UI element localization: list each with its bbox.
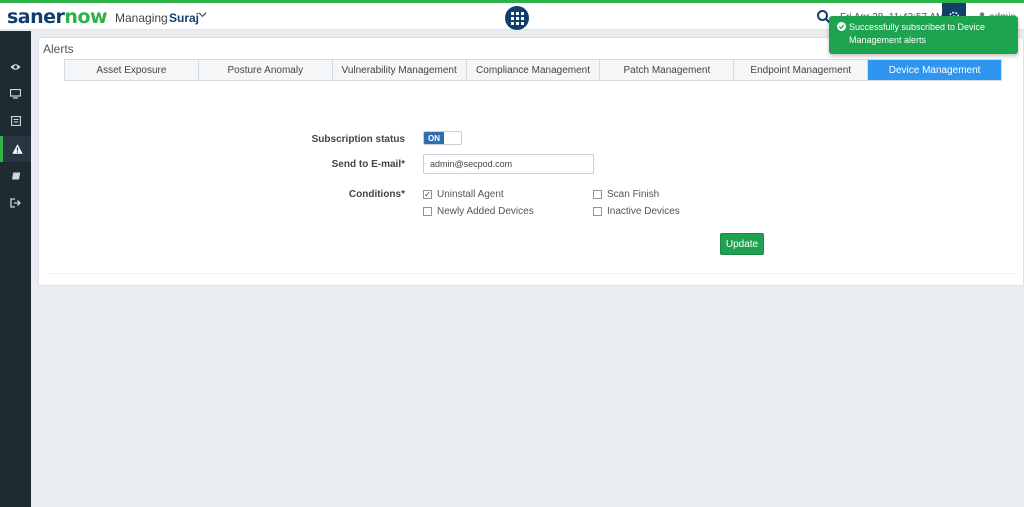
alert-icon (11, 144, 23, 154)
sidebar (0, 31, 31, 507)
subscription-status-label: Subscription status (311, 134, 405, 145)
subscription-toggle[interactable]: ON (423, 131, 462, 145)
divider (49, 273, 1015, 274)
checkbox[interactable] (593, 207, 602, 216)
email-label: Send to E-mail* (331, 159, 405, 170)
eye-icon (10, 64, 21, 70)
condition-newly-added-devices[interactable]: Newly Added Devices (423, 206, 534, 217)
sidebar-item-overview[interactable] (0, 54, 31, 80)
condition-scan-finish[interactable]: Scan Finish (593, 189, 659, 200)
update-button[interactable]: Update (720, 233, 764, 255)
sidebar-item-docs[interactable] (0, 163, 31, 189)
sidebar-item-reports[interactable] (0, 108, 31, 134)
condition-inactive-devices[interactable]: Inactive Devices (593, 206, 680, 217)
success-toast[interactable]: Successfully subscribed to Device Manage… (829, 16, 1018, 54)
condition-label: Scan Finish (607, 189, 660, 200)
email-field[interactable] (423, 154, 594, 174)
toast-message: Successfully subscribed to Device Manage… (849, 22, 986, 45)
tab-asset-exposure[interactable]: Asset Exposure (65, 60, 199, 80)
tab-compliance-management[interactable]: Compliance Management (466, 60, 601, 80)
tab-endpoint-management[interactable]: Endpoint Management (734, 60, 869, 80)
logo-text-saner: saner (7, 6, 65, 28)
alert-category-tabs: Asset Exposure Posture Anomaly Vulnerabi… (64, 59, 1002, 81)
tab-vulnerability-management[interactable]: Vulnerability Management (332, 60, 467, 80)
toggle-on-indicator: ON (424, 132, 444, 144)
tab-posture-anomaly[interactable]: Posture Anomaly (198, 60, 333, 80)
tab-patch-management[interactable]: Patch Management (600, 60, 735, 80)
condition-uninstall-agent[interactable]: ✓ Uninstall Agent (423, 189, 504, 200)
sidebar-item-devices[interactable] (0, 81, 31, 107)
checkbox-checked[interactable]: ✓ (423, 190, 432, 199)
report-icon (10, 116, 21, 126)
sidebar-item-alerts[interactable] (0, 136, 31, 162)
checkbox[interactable] (593, 190, 602, 199)
sanernow-logo[interactable]: sanernow (7, 6, 108, 28)
grid-icon (510, 11, 524, 25)
condition-label: Inactive Devices (607, 206, 680, 217)
logout-icon (10, 198, 21, 208)
org-selector[interactable]: Suraj (169, 11, 199, 25)
check-circle-icon (837, 22, 846, 31)
chevron-down-icon[interactable] (198, 10, 207, 19)
managing-label: Managing (115, 11, 168, 25)
tab-device-management[interactable]: Device Management (868, 60, 1002, 80)
condition-label: Uninstall Agent (437, 189, 504, 200)
alerts-panel: Alerts Asset Exposure Posture Anomaly Vu… (38, 37, 1024, 286)
sidebar-item-logout[interactable] (0, 190, 31, 216)
checkbox[interactable] (423, 207, 432, 216)
book-icon (11, 172, 20, 180)
logo-text-now: now (64, 6, 108, 28)
condition-label: Newly Added Devices (437, 206, 534, 217)
app-launcher-button[interactable] (505, 6, 529, 30)
page-title: Alerts (43, 42, 74, 56)
monitor-icon (10, 89, 21, 99)
conditions-label: Conditions* (348, 189, 405, 200)
